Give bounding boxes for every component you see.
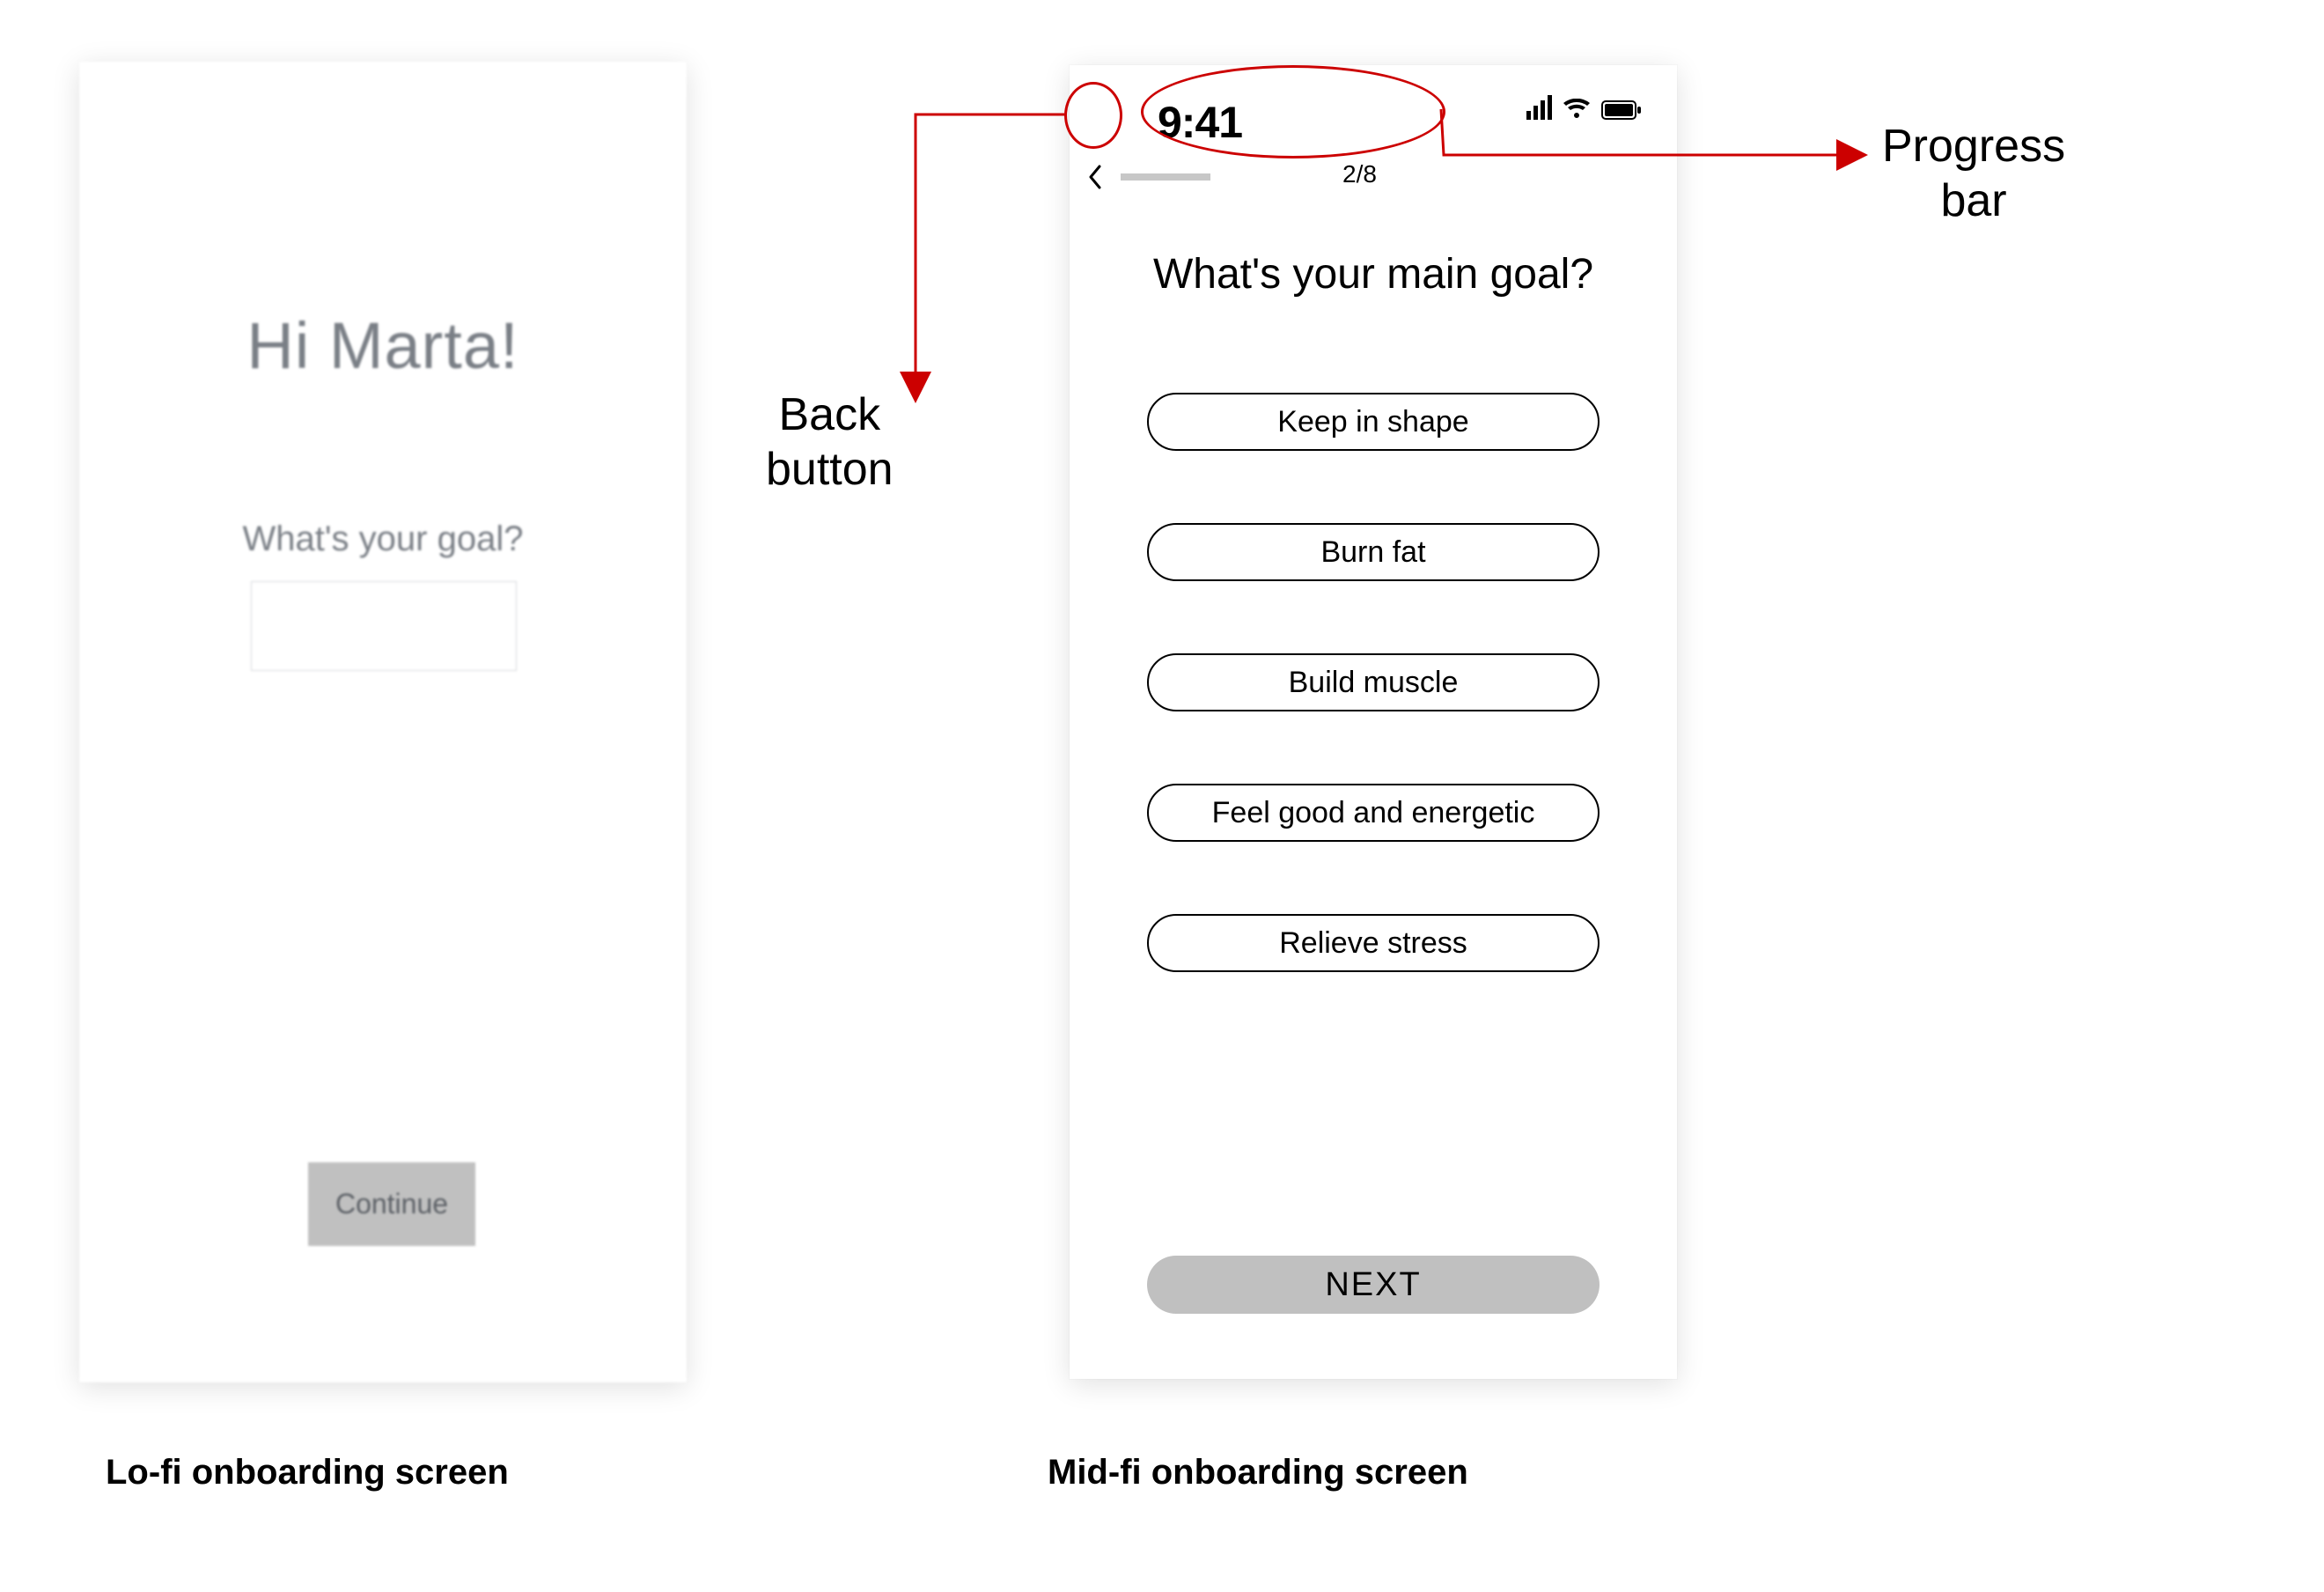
annotation-progress-line1: Progress <box>1882 119 2065 173</box>
annotation-progress-line2: bar <box>1882 173 2065 228</box>
annotation-progress-label: Progress bar <box>1882 119 2065 229</box>
annotation-arrow-progress <box>0 0 2324 1592</box>
